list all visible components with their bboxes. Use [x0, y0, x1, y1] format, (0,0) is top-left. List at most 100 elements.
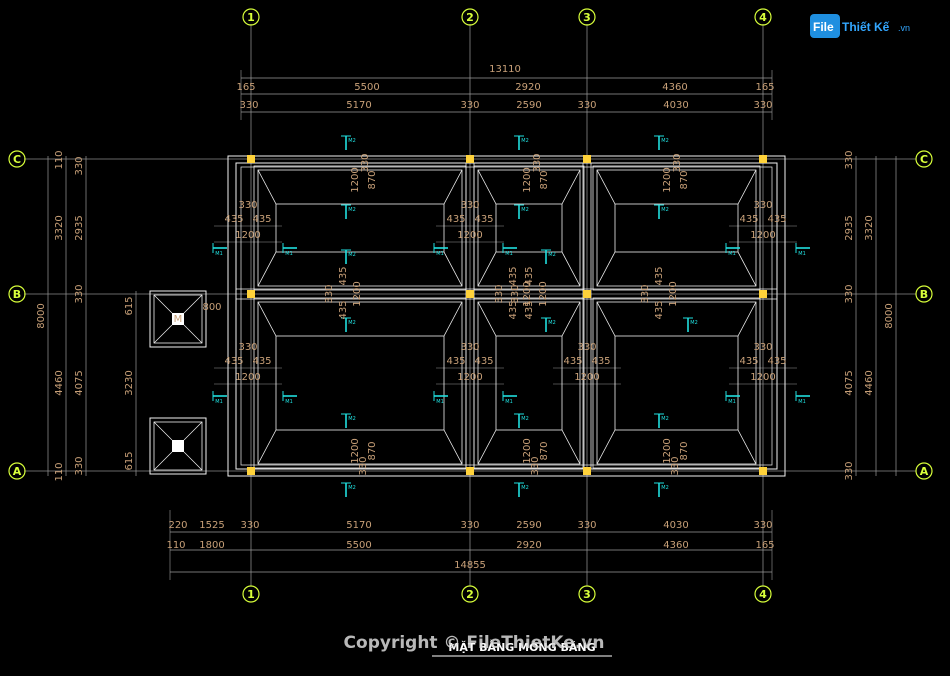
footing-dim-435: 435 — [739, 214, 758, 225]
footing-dim-330: 330 — [494, 284, 505, 303]
axis-label: C — [920, 153, 928, 166]
footing-dim-1200: 1200 — [750, 372, 775, 383]
dim-top-row2: 2590 — [516, 100, 541, 111]
footing-dim-1200: 1200 — [538, 281, 549, 306]
footing-base — [275, 335, 445, 431]
footing-dim-435: 435 — [338, 300, 349, 319]
slope-line — [153, 421, 173, 441]
footing-dim-330: 330 — [753, 342, 772, 353]
dim-left-inner: 110 — [54, 462, 65, 481]
section-mark-label: M1 — [798, 399, 806, 405]
dim-right-inner: 4075 — [844, 370, 855, 395]
column — [247, 467, 255, 475]
footing-wall — [240, 166, 773, 466]
dim-bottom-row1: 220 — [168, 520, 187, 531]
dim-right-inner: 2935 — [844, 215, 855, 240]
section-mark-label: M1 — [728, 399, 736, 405]
slope-line — [561, 301, 581, 337]
slope-line — [561, 251, 581, 287]
slope-line — [257, 169, 277, 205]
section-mark-label: M2 — [548, 320, 556, 326]
slope-line — [257, 251, 277, 287]
axis-label: 1 — [247, 11, 255, 24]
dim-bottom-row2: 1800 — [199, 540, 224, 551]
dim-left-inner: 110 — [54, 150, 65, 169]
foundation-plan-drawing: M1 M1 M1 M1 M1 M1M1 M1 M1 M1 M1 M1M2 M2 M2M2 M2 M2M2 M2… — [8, 8, 933, 657]
axis-grid — [8, 8, 933, 603]
slope-line — [596, 301, 616, 337]
dim-left-mid: 4460 — [54, 370, 65, 395]
dim-right-outer: 8000 — [884, 303, 895, 328]
slope-line — [596, 169, 616, 205]
column — [583, 467, 591, 475]
dim-bottom-row1: 5170 — [346, 520, 371, 531]
footing-base — [275, 203, 445, 253]
axis-label: 3 — [583, 588, 591, 601]
slope-line — [737, 251, 757, 287]
column — [583, 155, 591, 163]
slope-line — [443, 169, 463, 205]
footing-dim-435: 435 — [767, 214, 786, 225]
footing-dim-435: 435 — [563, 356, 582, 367]
filethietke-logo: File Thiết Kế .vn — [810, 12, 922, 40]
section-mark-label: M1 — [728, 251, 736, 257]
slope-line — [257, 429, 277, 465]
section-mark-label: M1 — [798, 251, 806, 257]
footing-dim-435: 435 — [224, 214, 243, 225]
dim-right-inner: 330 — [844, 284, 855, 303]
footing-dim-330: 330 — [672, 153, 683, 172]
footing-dim-330: 330 — [238, 342, 257, 353]
column — [759, 290, 767, 298]
dim-top-row2: 330 — [460, 100, 479, 111]
footing-dim-435: 435 — [446, 214, 465, 225]
column — [583, 290, 591, 298]
section-mark-label: M1 — [285, 399, 293, 405]
axis-label: 4 — [759, 11, 767, 24]
dim-top-row1: 4360 — [662, 82, 687, 93]
logo-thietke-text: Thiết Kế — [842, 20, 890, 34]
column — [466, 290, 474, 298]
section-mark-label: M1 — [505, 399, 513, 405]
dim-top-row2: 330 — [753, 100, 772, 111]
footing-dim-435: 435 — [474, 356, 493, 367]
slope-line — [443, 429, 463, 465]
slope-line — [153, 451, 173, 471]
footing-outline-inner — [235, 162, 778, 470]
footing-dim-1200: 1200 — [235, 230, 260, 241]
slope-line — [443, 301, 463, 337]
dim-bottom-row1: 330 — [577, 520, 596, 531]
axis-label: 3 — [583, 11, 591, 24]
section-mark-label: M2 — [348, 252, 356, 258]
slope-line — [183, 421, 203, 441]
footing-panel — [596, 169, 757, 287]
section-mark-label: M1 — [285, 251, 293, 257]
section-mark-label: M2 — [690, 320, 698, 326]
slope-line — [561, 429, 581, 465]
footing-dim-1200: 1200 — [235, 372, 260, 383]
footing-dim-330: 330 — [670, 456, 681, 475]
footing-dim-1200: 1200 — [457, 230, 482, 241]
column — [466, 155, 474, 163]
dim-top-row2: 330 — [577, 100, 596, 111]
footing-dim-435: 435 — [767, 356, 786, 367]
dim-bottom-row2: 4360 — [663, 540, 688, 551]
dim-bottom-row2: 110 — [166, 540, 185, 551]
axis-label: 1 — [247, 588, 255, 601]
footing-base — [495, 203, 563, 253]
footing-dim-1200: 1200 — [352, 281, 363, 306]
axis-label: 2 — [466, 11, 474, 24]
dim-left-inner: 330 — [74, 156, 85, 175]
footing-dim-330: 330 — [532, 153, 543, 172]
footing-dim-330: 330 — [530, 456, 541, 475]
section-mark-label: M2 — [348, 207, 356, 213]
slope-line — [477, 251, 497, 287]
dim-top-row1: 5500 — [354, 82, 379, 93]
dim-bottom-row1: 4030 — [663, 520, 688, 531]
column — [759, 467, 767, 475]
footing-dim-1200: 1200 — [457, 372, 482, 383]
slope-line — [596, 251, 616, 287]
footing-dim-800: 800 — [202, 302, 221, 313]
footing-dim-330: 330 — [238, 200, 257, 211]
column — [247, 155, 255, 163]
footing-dim-435: 435 — [654, 266, 665, 285]
